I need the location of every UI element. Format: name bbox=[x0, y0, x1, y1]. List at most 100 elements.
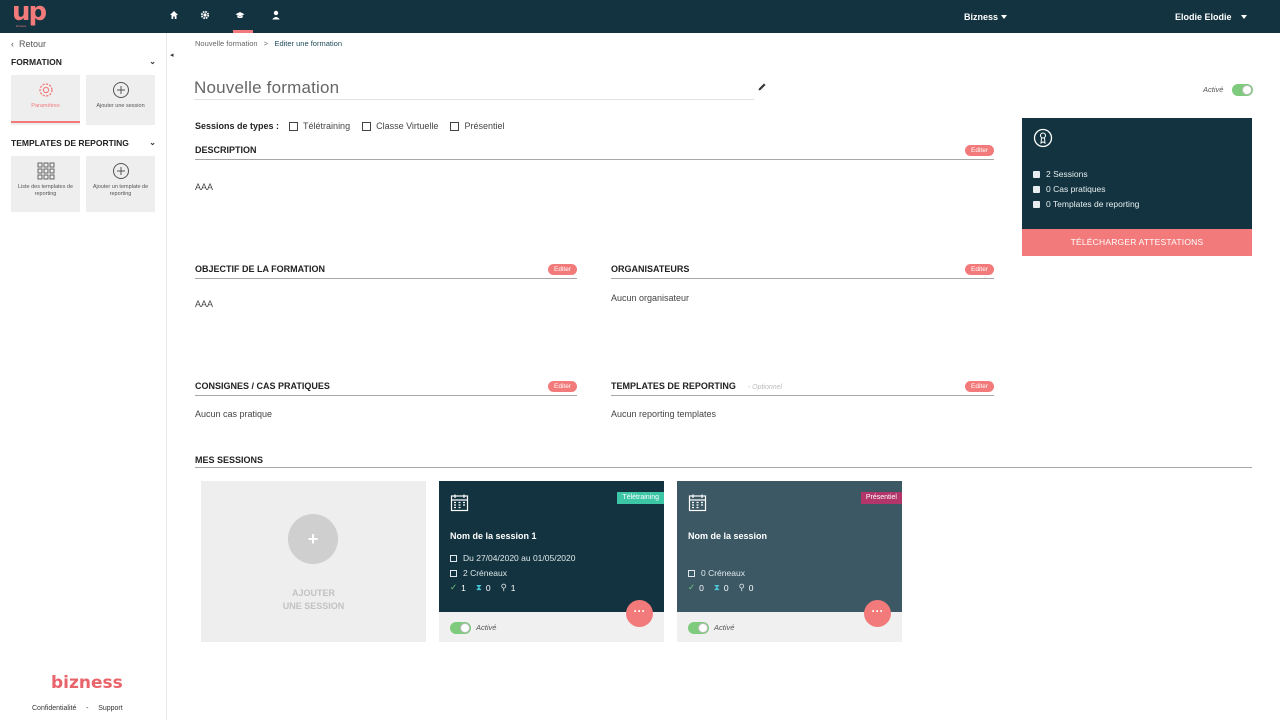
type-checkbox-teletraining[interactable]: Télétraining bbox=[289, 121, 350, 131]
session-active-label: Activé bbox=[476, 623, 497, 632]
type-checkbox-classe-virtuelle[interactable]: Classe Virtuelle bbox=[362, 121, 438, 131]
objectif-title: OBJECTIF DE LA FORMATION bbox=[195, 264, 325, 274]
session-type-badge: Télétraining bbox=[617, 492, 664, 504]
consignes-body: Aucun cas pratique bbox=[195, 409, 273, 419]
formation-stats-panel: 2 Sessions 0 Cas pratiques 0 Templates d… bbox=[1022, 118, 1252, 229]
home-icon[interactable] bbox=[167, 8, 181, 22]
description-title: DESCRIPTION bbox=[195, 145, 257, 155]
stat-cas-text: 0 Cas pratiques bbox=[1046, 184, 1106, 194]
sidebar-collapse-toggle[interactable]: ◂ bbox=[170, 51, 174, 59]
session-dates-text: Du 27/04/2020 au 01/05/2020 bbox=[463, 553, 576, 563]
breadcrumb-parent[interactable]: Nouvelle formation bbox=[195, 39, 258, 48]
session-dates: Du 27/04/2020 au 01/05/2020 bbox=[450, 553, 576, 563]
nav-active-indicator bbox=[233, 30, 253, 33]
top-bar: up bizness Bizness Elodie Elodie bbox=[0, 0, 1280, 33]
breadcrumb: Nouvelle formation > Editer une formatio… bbox=[195, 39, 342, 48]
description-body: AAA bbox=[195, 182, 214, 192]
checkbox-label: Classe Virtuelle bbox=[376, 121, 439, 131]
org-dropdown-label: Bizness bbox=[964, 12, 999, 22]
templates-title: TEMPLATES DE REPORTING - Optionnel bbox=[611, 381, 782, 391]
session-creneaux: 2 Créneaux bbox=[450, 568, 507, 578]
session-card[interactable]: Télétraining Nom de la session 1 Du 27/0… bbox=[439, 481, 664, 642]
chevron-down-icon bbox=[1001, 15, 1008, 19]
back-label: Retour bbox=[19, 39, 47, 49]
gear-icon[interactable] bbox=[198, 8, 212, 22]
session-more-button[interactable]: ··· bbox=[864, 600, 891, 627]
sidebar-tile-add-template[interactable]: Ajouter un template de reporting bbox=[86, 156, 155, 212]
edit-templates-button[interactable]: Editer bbox=[965, 381, 994, 392]
session-active-toggle[interactable] bbox=[688, 622, 709, 634]
count-done: 1 bbox=[461, 582, 466, 593]
formation-active-toggle[interactable] bbox=[1232, 84, 1253, 96]
tile-label: Paramètres bbox=[31, 103, 60, 109]
user-dropdown-label: Elodie Elodie bbox=[1175, 12, 1232, 22]
calendar-icon bbox=[688, 494, 707, 512]
session-types-label: Sessions de types : bbox=[195, 121, 280, 131]
pin-icon: ⚲ bbox=[500, 582, 507, 592]
toggle-knob bbox=[1242, 85, 1252, 95]
plus-circle-icon bbox=[112, 82, 129, 98]
logo-sub: bizness bbox=[16, 24, 27, 28]
chevron-down-icon: ⌄ bbox=[149, 57, 156, 66]
formation-title-text: Nouvelle formation bbox=[194, 78, 340, 97]
edit-consignes-button[interactable]: Editer bbox=[548, 381, 577, 392]
logo-text: up bbox=[12, 0, 47, 27]
pencil-icon[interactable] bbox=[757, 82, 767, 92]
back-link[interactable]: ‹ Retour bbox=[11, 39, 46, 49]
section-divider bbox=[195, 395, 577, 396]
session-type-badge: Présentiel bbox=[860, 492, 902, 504]
type-checkbox-presentiel[interactable]: Présentiel bbox=[450, 121, 504, 131]
count-pin: 1 bbox=[510, 582, 516, 593]
formation-title-input[interactable]: Nouvelle formation bbox=[194, 78, 754, 100]
formation-section-header[interactable]: FORMATION ⌄ bbox=[11, 57, 156, 67]
session-creneaux-text: 0 Créneaux bbox=[701, 568, 745, 578]
stat-sessions: 2 Sessions bbox=[1033, 169, 1088, 179]
checkbox-label: Présentiel bbox=[464, 121, 505, 131]
reporting-section-header[interactable]: TEMPLATES DE REPORTING ⌄ bbox=[11, 138, 156, 148]
session-card[interactable]: Présentiel Nom de la session 0 Créneaux … bbox=[677, 481, 902, 642]
privacy-link[interactable]: Confidentialité bbox=[32, 705, 76, 712]
footer-separator: - bbox=[86, 705, 89, 712]
sidebar-tile-list-templates[interactable]: Liste des templates de reporting bbox=[11, 156, 80, 212]
session-creneaux: 0 Créneaux bbox=[688, 568, 745, 578]
calendar-small-icon bbox=[450, 554, 457, 562]
edit-objectif-button[interactable]: Editer bbox=[548, 264, 577, 275]
session-more-button[interactable]: ··· bbox=[626, 600, 653, 627]
edit-description-button[interactable]: Editer bbox=[965, 145, 994, 156]
support-link[interactable]: Support bbox=[98, 705, 123, 712]
download-attestations-button[interactable]: TÉLÉCHARGER ATTESTATIONS bbox=[1022, 229, 1252, 256]
tile-label: Ajouter un template de reporting bbox=[92, 184, 149, 197]
session-active-toggle[interactable] bbox=[450, 622, 471, 634]
checkbox-label: Télétraining bbox=[303, 121, 351, 131]
sessions-title: MES SESSIONS bbox=[195, 455, 264, 465]
calendar-icon bbox=[1033, 170, 1040, 178]
briefcase-icon bbox=[1033, 185, 1040, 193]
app-logo[interactable]: up bizness bbox=[12, 0, 50, 30]
certificate-icon bbox=[1033, 128, 1053, 148]
graduation-cap-icon[interactable] bbox=[233, 8, 247, 22]
check-icon: ✓ bbox=[450, 582, 458, 592]
stat-templates-text: 0 Templates de reporting bbox=[1046, 199, 1140, 209]
add-session-card[interactable]: + AJOUTER UNE SESSION bbox=[201, 481, 426, 642]
templates-title-text: TEMPLATES DE REPORTING bbox=[611, 381, 736, 391]
session-counters: ✓ 1 ⧗ 0 ⚲ 1 bbox=[450, 582, 516, 593]
plus-icon: + bbox=[288, 514, 338, 564]
calendar-icon bbox=[450, 494, 469, 512]
sidebar-tile-parametres[interactable]: Paramètres bbox=[11, 75, 80, 125]
user-icon[interactable] bbox=[269, 8, 283, 22]
hourglass-icon: ⧗ bbox=[475, 582, 482, 592]
sessions-divider bbox=[195, 467, 1252, 468]
optional-label: - Optionnel bbox=[747, 384, 783, 391]
checkbox-box bbox=[362, 121, 372, 131]
session-name: Nom de la session 1 bbox=[450, 531, 537, 541]
session-name: Nom de la session bbox=[688, 531, 768, 541]
brand-footer-logo: bizness bbox=[51, 673, 123, 693]
add-session-line1: AJOUTER bbox=[291, 588, 335, 598]
consignes-title: CONSIGNES / CAS PRATIQUES bbox=[195, 381, 330, 391]
stat-cas: 0 Cas pratiques bbox=[1033, 184, 1106, 194]
edit-organisateurs-button[interactable]: Editer bbox=[965, 264, 994, 275]
bookmark-icon bbox=[688, 569, 695, 577]
user-dropdown[interactable]: Elodie Elodie bbox=[1175, 12, 1247, 22]
sidebar-tile-add-session[interactable]: Ajouter une session bbox=[86, 75, 155, 125]
org-dropdown[interactable]: Bizness bbox=[964, 12, 1008, 22]
